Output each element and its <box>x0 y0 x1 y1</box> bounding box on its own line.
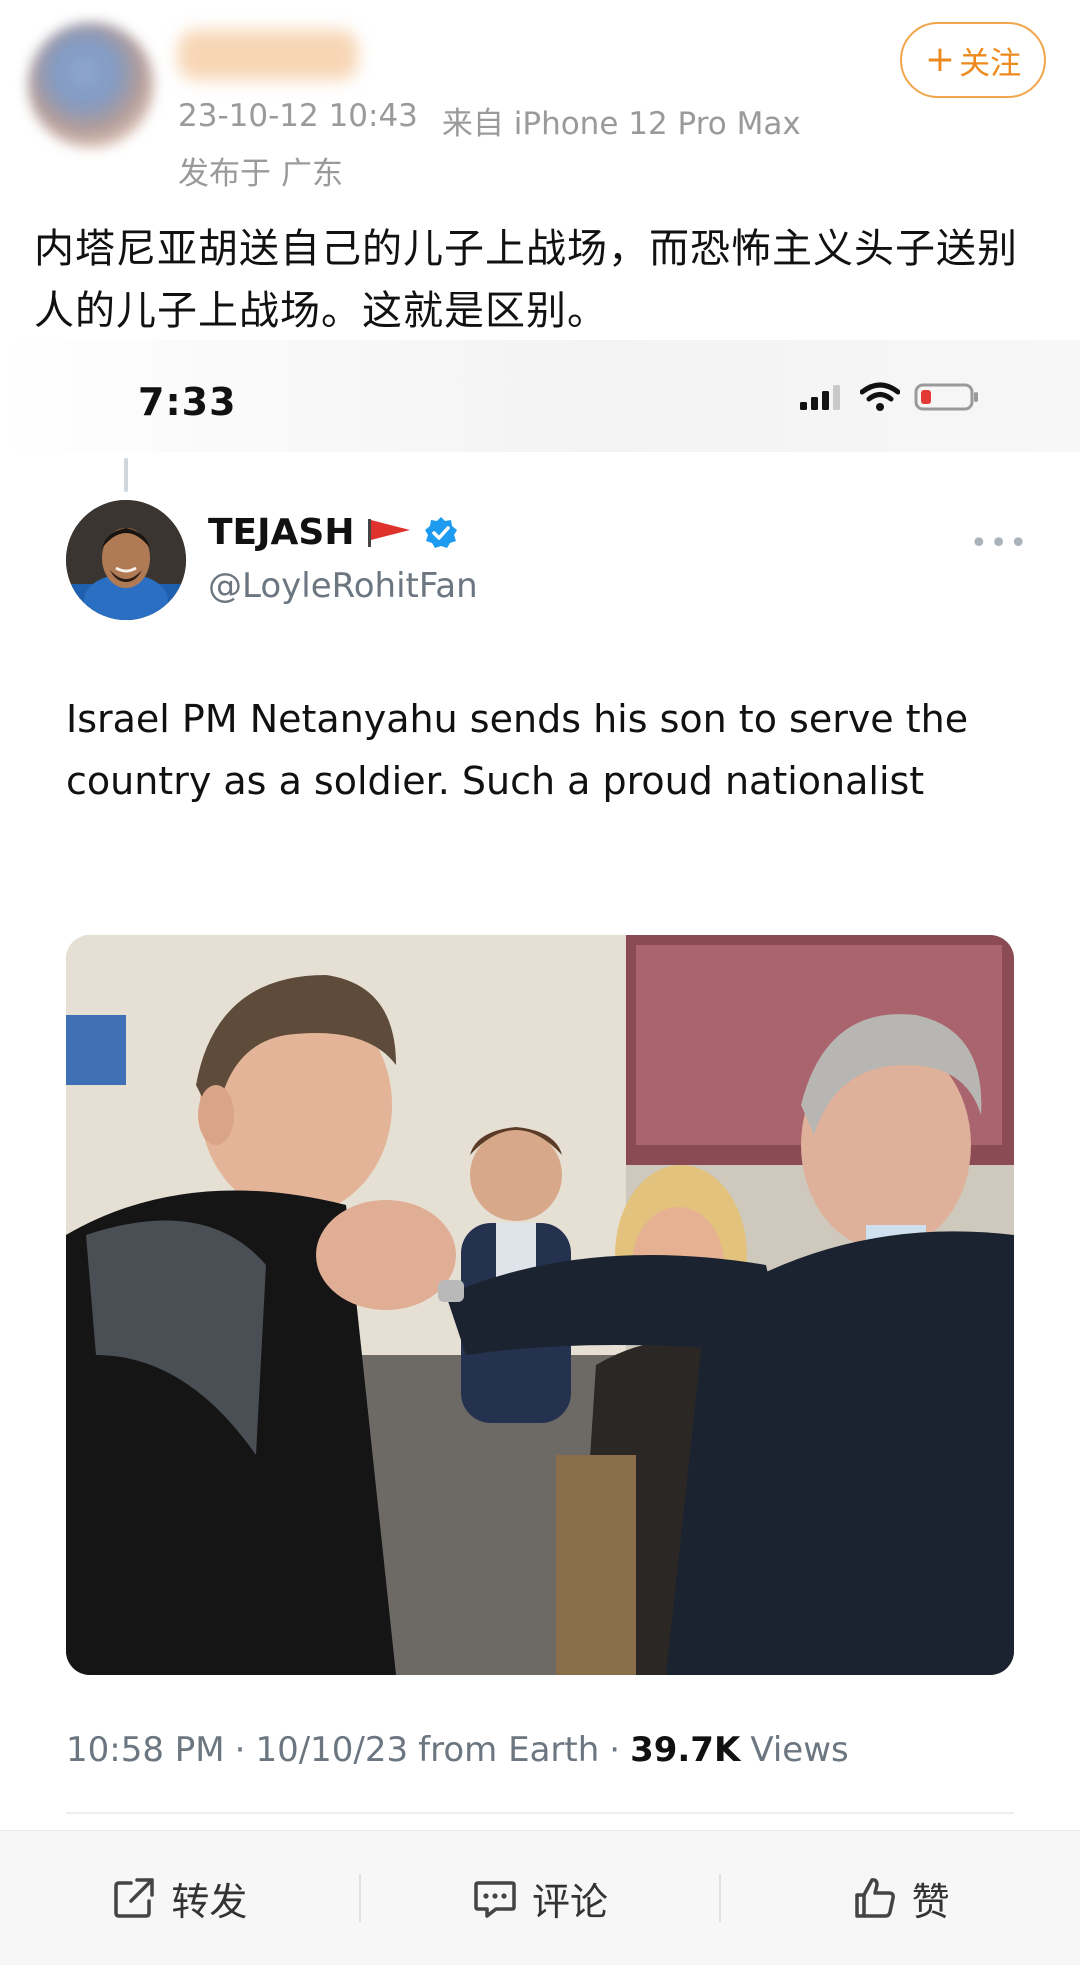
action-bar: 转发 评论 赞 <box>0 1830 1080 1965</box>
status-icons <box>800 382 980 412</box>
author-avatar[interactable] <box>28 22 154 148</box>
verified-badge-icon <box>425 516 458 548</box>
red-flag-icon <box>368 518 411 547</box>
tweet-source: from Earth <box>418 1730 600 1770</box>
author-username-blurred[interactable] <box>178 30 358 80</box>
comment-button[interactable]: 评论 <box>361 1871 720 1926</box>
location-value: 广东 <box>281 156 343 192</box>
views-label: Views <box>750 1730 849 1770</box>
cellular-signal-icon <box>800 385 840 410</box>
tweet-time: 10:58 PM <box>66 1730 225 1770</box>
more-options-icon[interactable]: ••• <box>970 526 1029 561</box>
like-button[interactable]: 赞 <box>721 1871 1080 1926</box>
battery-icon <box>914 383 978 411</box>
tweet-date: 10/10/23 <box>255 1730 409 1770</box>
thumbs-up-icon <box>854 1878 895 1918</box>
views-count: 39.7K <box>630 1730 741 1770</box>
tweet-author-avatar[interactable] <box>66 500 186 620</box>
post-location: 发布于 广东 <box>178 148 343 193</box>
status-time: 7:33 <box>138 380 237 424</box>
tweet-text: Israel PM Netanyahu sends his son to ser… <box>66 697 969 803</box>
post-meta: 23-10-12 10:43 来自 iPhone 12 Pro Max <box>178 98 801 143</box>
tweet-photo[interactable] <box>66 935 1014 1675</box>
repost-label: 转发 <box>171 1879 248 1924</box>
wifi-icon <box>860 382 900 411</box>
tweet-footer: 10:58 PM · 10/10/23 from Earth · 39.7K V… <box>66 1730 849 1770</box>
comment-label: 评论 <box>532 1879 609 1924</box>
tweet-divider <box>66 1812 1014 1814</box>
post-header: 23-10-12 10:43 来自 iPhone 12 Pro Max 发布于 … <box>0 0 1080 195</box>
embedded-screenshot[interactable]: 7:33 TEJASH @LoyleRohitFan ••• Israel PM… <box>0 340 1080 1825</box>
weibo-post-page: 23-10-12 10:43 来自 iPhone 12 Pro Max 发布于 … <box>0 0 1080 1965</box>
plus-icon: + <box>924 39 956 80</box>
post-text: 内塔尼亚胡送自己的儿子上战场，而恐怖主义头子送别人的儿子上战场。这就是区别。 <box>34 226 1018 334</box>
footer-separator: · <box>234 1730 246 1770</box>
repost-button[interactable]: 转发 <box>0 1871 359 1926</box>
phone-status-bar: 7:33 <box>0 340 1080 452</box>
post-source: 来自 iPhone 12 Pro Max <box>441 106 801 142</box>
share-icon <box>114 1878 155 1918</box>
tweet-handle[interactable]: @LoyleRohitFan <box>208 566 478 606</box>
display-name: TEJASH <box>208 512 355 553</box>
follow-label: 关注 <box>959 45 1022 82</box>
comment-icon <box>474 1881 516 1918</box>
photo-scene-icon <box>66 935 1014 1675</box>
footer-separator: · <box>609 1730 621 1770</box>
location-prefix: 发布于 <box>178 156 271 192</box>
profile-photo-icon <box>66 500 186 620</box>
tweet-author-name[interactable]: TEJASH <box>208 512 458 553</box>
thread-connector <box>124 458 128 492</box>
post-timestamp: 23-10-12 10:43 <box>178 98 418 134</box>
like-label: 赞 <box>911 1879 950 1924</box>
follow-button[interactable]: + 关注 <box>900 22 1046 98</box>
